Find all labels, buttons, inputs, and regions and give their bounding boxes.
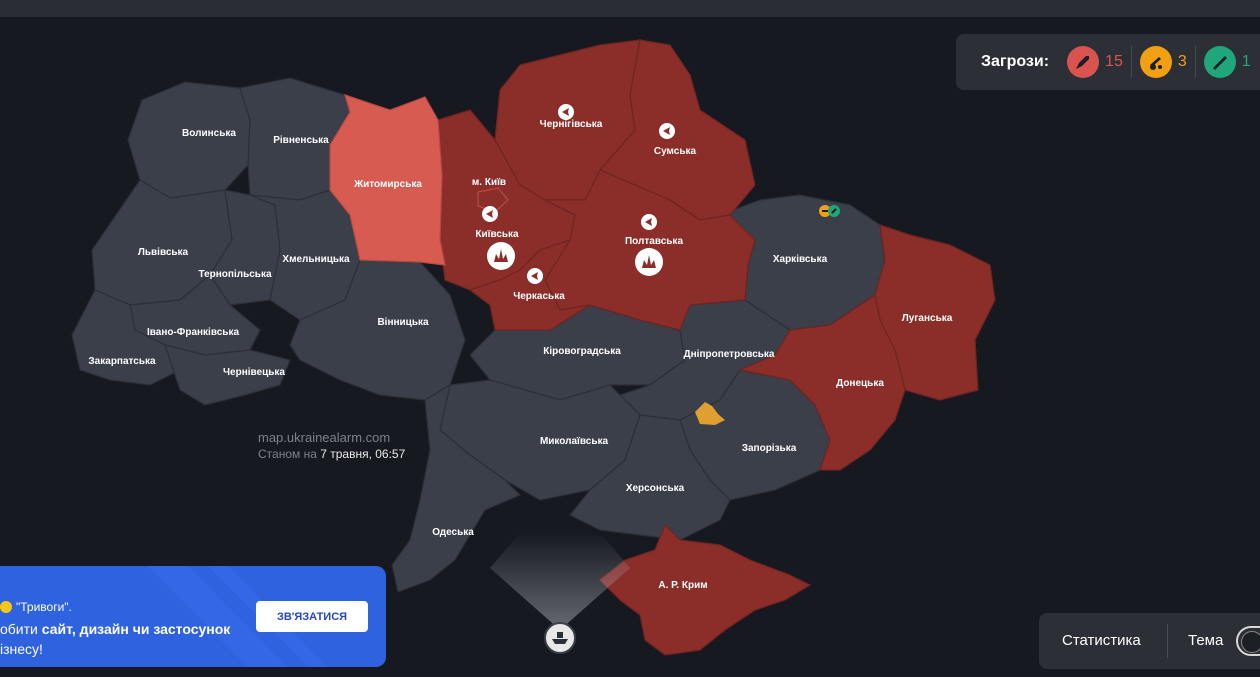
label-rivnenska: Рівненська bbox=[273, 135, 329, 146]
missile-marker-icon[interactable] bbox=[527, 268, 543, 284]
label-chernihivska: Чернігівська bbox=[540, 119, 603, 130]
threats-title: Загрози: bbox=[981, 53, 1050, 70]
threat-rifle[interactable]: 1 bbox=[1196, 46, 1259, 78]
contact-button[interactable]: ЗВ'ЯЗАТИСЯ bbox=[256, 601, 368, 632]
label-vinnytska: Вінницька bbox=[377, 317, 429, 328]
threat-missile[interactable]: 15 bbox=[1059, 46, 1132, 78]
rifle-count: 1 bbox=[1241, 53, 1251, 70]
threats-panel: Загрози: 15 3 1 bbox=[956, 34, 1260, 90]
promo-line2: обити сайт, дизайн чи застосунок bbox=[0, 621, 231, 637]
bottom-bar: Статистика Тема bbox=[1039, 613, 1260, 669]
label-khmelnytska: Хмельницька bbox=[282, 254, 350, 265]
missile-marker-icon[interactable] bbox=[659, 123, 675, 139]
missile-count: 15 bbox=[1105, 53, 1123, 70]
missile-icon bbox=[1067, 46, 1100, 78]
statistics-button[interactable]: Статистика bbox=[1062, 632, 1141, 649]
label-ternopilska: Тернопільська bbox=[198, 269, 271, 280]
label-khersonska: Херсонська bbox=[626, 483, 685, 494]
label-donetska: Донецька bbox=[836, 378, 884, 389]
theme-toggle-knob bbox=[1241, 631, 1260, 653]
watermark-date-prefix: Станом на bbox=[258, 447, 317, 461]
rifle-marker-icon[interactable] bbox=[828, 205, 840, 217]
label-dnipropetrovska: Дніпропетровська bbox=[684, 349, 775, 360]
promo-banner: "Тривоги". обити сайт, дизайн чи застосу… bbox=[0, 566, 386, 667]
region-volynska[interactable] bbox=[127, 81, 251, 199]
watermark-url: map.ukrainealarm.com bbox=[258, 430, 391, 445]
label-zhytomyrska: Житомирська bbox=[353, 179, 422, 190]
promo-line3: ізнесу! bbox=[0, 641, 43, 657]
label-kyivska: Київська bbox=[475, 229, 519, 240]
theme-toggle[interactable] bbox=[1236, 626, 1260, 656]
label-kharkivska: Харківська bbox=[773, 254, 828, 265]
label-luhanska: Луганська bbox=[902, 313, 953, 324]
label-ivano-frankivska: Івано-Франківська bbox=[147, 327, 239, 338]
label-mykolaivska: Миколаївська bbox=[540, 436, 609, 447]
missile-marker-icon[interactable] bbox=[482, 206, 498, 222]
watermark-date-value: 7 травня, 06:57 bbox=[320, 447, 406, 461]
missile-marker-icon[interactable] bbox=[641, 214, 657, 230]
watermark-date: Станом на 7 травня, 06:57 bbox=[258, 447, 405, 461]
label-zaporizka: Запорізька bbox=[742, 443, 797, 454]
label-volynska: Волинська bbox=[182, 128, 236, 139]
label-kyiv-city: м. Київ bbox=[472, 177, 506, 188]
label-lvivska: Львівська bbox=[138, 247, 189, 258]
label-poltavska: Полтавська bbox=[625, 236, 683, 247]
rifle-icon bbox=[1203, 46, 1236, 78]
label-crimea: А. Р. Крим bbox=[658, 580, 707, 591]
divider bbox=[1167, 624, 1168, 658]
naval-beam bbox=[490, 533, 630, 630]
missile-marker-icon[interactable] bbox=[558, 104, 574, 120]
explosion-icon[interactable] bbox=[635, 248, 663, 276]
ship-icon[interactable] bbox=[544, 622, 576, 654]
theme-label: Тема bbox=[1188, 632, 1224, 649]
map-watermark: map.ukrainealarm.com Станом на 7 травня,… bbox=[258, 430, 405, 461]
label-sumska: Сумська bbox=[654, 146, 697, 157]
label-chernivetska: Чернівецька bbox=[223, 367, 285, 378]
label-kirovohradska: Кіровоградська bbox=[543, 346, 621, 357]
label-zakarpatska: Закарпатська bbox=[88, 356, 156, 367]
artillery-icon bbox=[1139, 46, 1172, 78]
explosion-icon[interactable] bbox=[487, 242, 515, 270]
threat-artillery[interactable]: 3 bbox=[1132, 46, 1196, 78]
label-cherkaska: Черкаська bbox=[513, 291, 565, 302]
alarm-logo-icon bbox=[0, 601, 12, 613]
label-odeska: Одеська bbox=[432, 527, 474, 538]
promo-line1: "Тривоги". bbox=[0, 600, 72, 614]
artillery-count: 3 bbox=[1177, 53, 1187, 70]
